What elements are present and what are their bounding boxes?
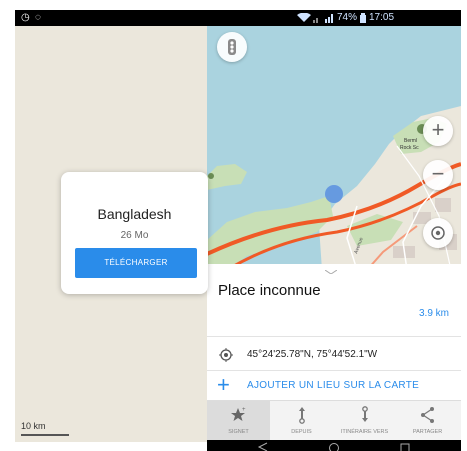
zoom-out-button[interactable]: − bbox=[423, 160, 453, 190]
route-from-icon bbox=[299, 407, 305, 424]
divider bbox=[207, 370, 461, 371]
download-button[interactable]: TÉLÉCHARGER bbox=[75, 248, 197, 278]
status-bar: ◷ ◌ bbox=[15, 10, 210, 26]
add-icon: + bbox=[217, 372, 230, 397]
add-place-button[interactable]: + AJOUTER UN LIEU SUR LA CARTE bbox=[207, 374, 461, 398]
system-nav-bar bbox=[207, 440, 461, 451]
scale-bar bbox=[21, 434, 69, 436]
route-to-button[interactable]: ITINÉRAIRE VERS bbox=[333, 401, 396, 441]
bookmark-button[interactable]: + SIGNET bbox=[207, 401, 270, 441]
signal-icon bbox=[313, 14, 333, 23]
divider bbox=[207, 336, 461, 337]
coordinates-icon bbox=[219, 348, 233, 362]
route-to-icon bbox=[362, 406, 368, 422]
share-button[interactable]: PARTAGER bbox=[396, 401, 459, 441]
bottom-action-bar: + SIGNET DEPUIS ITINÉRAIRE VERS PARTAGER bbox=[207, 400, 461, 441]
download-map-card: Bangladesh 26 Mo TÉLÉCHARGER bbox=[61, 172, 208, 294]
map-poi-label-2: Rock Sc bbox=[400, 145, 419, 151]
bookmark-label: SIGNET bbox=[228, 429, 249, 435]
traffic-light-button[interactable] bbox=[217, 32, 247, 62]
scale-label: 10 km bbox=[21, 421, 46, 431]
back-icon[interactable] bbox=[257, 442, 269, 451]
coordinates-row[interactable]: 45°24'25.78"N, 75°44'52.1"W bbox=[207, 342, 461, 370]
whatsapp-icon: ◌ bbox=[35, 12, 41, 23]
status-bar: 74% 17:05 bbox=[207, 10, 461, 26]
star-icon: + bbox=[231, 407, 246, 421]
home-icon[interactable] bbox=[328, 442, 340, 451]
wifi-icon bbox=[297, 13, 311, 22]
map-poi-label: Berml bbox=[404, 138, 417, 144]
share-icon bbox=[421, 407, 434, 423]
route-to-label: ITINÉRAIRE VERS bbox=[340, 429, 389, 435]
minus-icon: − bbox=[431, 161, 445, 186]
place-title: Place inconnue bbox=[218, 282, 321, 299]
share-label: PARTAGER bbox=[412, 429, 443, 435]
clock: 17:05 bbox=[369, 12, 395, 23]
svg-text:+: + bbox=[242, 407, 246, 413]
drag-handle-icon[interactable] bbox=[325, 270, 337, 274]
alarm-icon: ◷ bbox=[21, 12, 30, 23]
my-location-button[interactable] bbox=[423, 218, 453, 248]
coordinates-text: 45°24'25.78"N, 75°44'52.1"W bbox=[247, 349, 378, 360]
location-target-icon bbox=[431, 226, 445, 240]
battery-percent: 74% bbox=[337, 12, 358, 23]
recents-icon[interactable] bbox=[399, 442, 411, 451]
add-place-label: AJOUTER UN LIEU SUR LA CARTE bbox=[247, 380, 420, 391]
route-from-label: DEPUIS bbox=[291, 429, 312, 435]
right-screen: 74% 17:05 Berml Rock Sc Avenue + − Place… bbox=[207, 10, 461, 451]
country-name: Bangladesh bbox=[97, 206, 172, 222]
traffic-light-icon bbox=[228, 39, 236, 55]
battery-icon bbox=[360, 13, 366, 23]
download-size: 26 Mo bbox=[120, 230, 149, 241]
route-from-button[interactable]: DEPUIS bbox=[270, 401, 333, 441]
zoom-in-button[interactable]: + bbox=[423, 116, 453, 146]
place-distance: 3.9 km bbox=[418, 308, 449, 319]
plus-icon: + bbox=[431, 117, 445, 142]
